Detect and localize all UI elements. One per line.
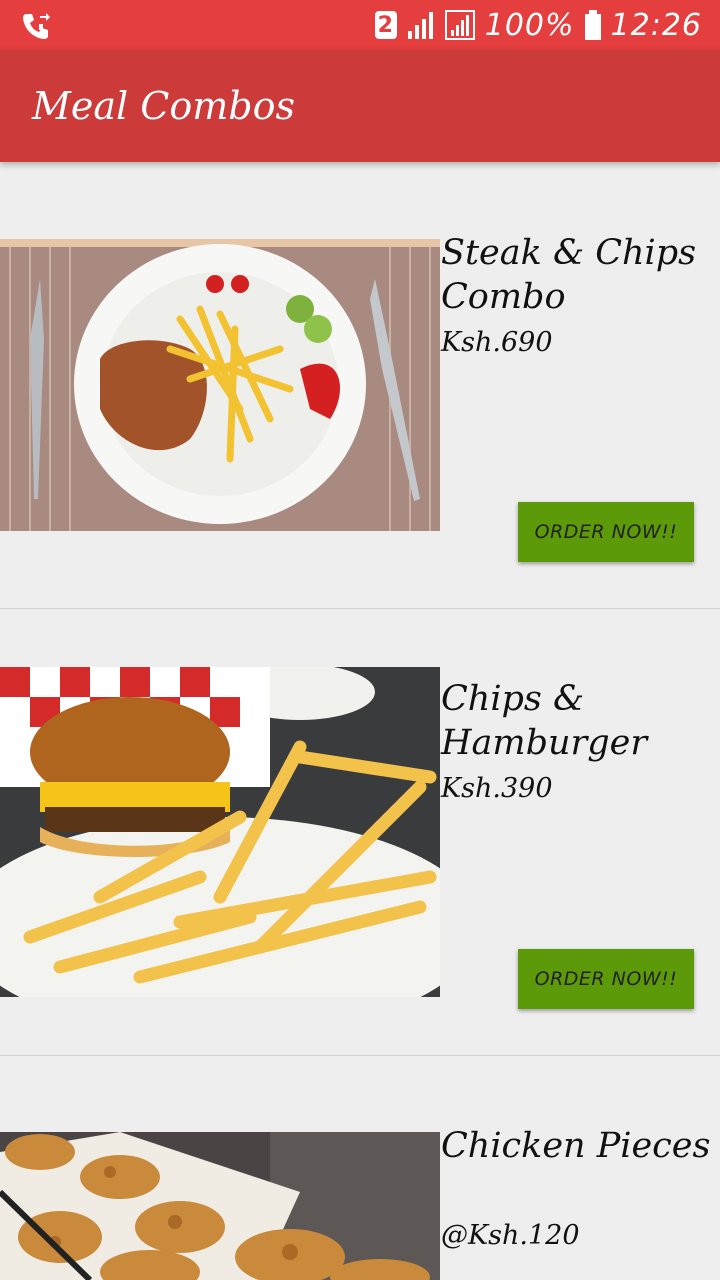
list-item: Steak & Chips Combo Ksh.690 ORDER NOW!!	[0, 163, 720, 608]
battery-icon	[584, 10, 601, 40]
order-now-button[interactable]: ORDER NOW!!	[518, 502, 694, 562]
item-name: Steak & Chips Combo	[441, 233, 697, 317]
call-forward-icon	[23, 13, 50, 39]
list-item: Chicken Pieces @Ksh.120	[0, 1056, 720, 1280]
app-bar: Meal Combos	[0, 50, 720, 162]
item-price: Ksh.390	[441, 773, 553, 804]
signal-icon	[444, 10, 475, 40]
chicken-pieces-photo	[0, 1132, 440, 1280]
clock: 12:26	[610, 7, 702, 43]
page-title: Meal Combos	[32, 84, 295, 128]
item-name: Chicken Pieces	[441, 1126, 711, 1166]
sim-slot-badge: 2	[374, 11, 397, 39]
battery-percent: 100%	[484, 7, 575, 43]
burger-chips-photo	[0, 667, 440, 997]
order-now-button[interactable]: ORDER NOW!!	[518, 949, 694, 1009]
steak-chips-photo	[0, 239, 440, 531]
item-name: Chips & Hamburger	[441, 679, 648, 763]
item-price: Ksh.690	[441, 327, 553, 358]
item-price: @Ksh.120	[441, 1220, 580, 1251]
status-bar: 2 100% 12:26	[0, 0, 720, 50]
signal-icon	[407, 12, 433, 39]
list-item: Chips & Hamburger Ksh.390 ORDER NOW!!	[0, 609, 720, 1055]
